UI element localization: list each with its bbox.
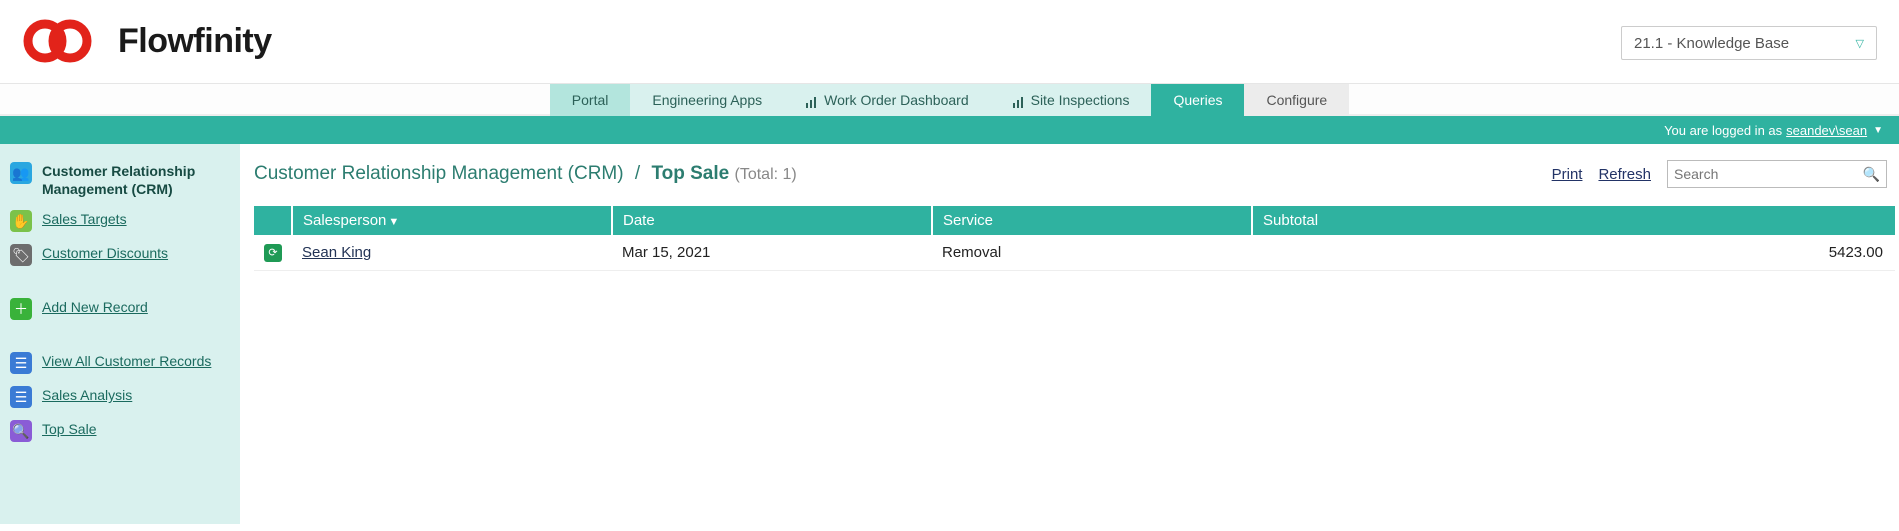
col-date[interactable]: Date <box>612 206 932 235</box>
main-content: Customer Relationship Management (CRM) /… <box>240 144 1899 271</box>
current-user-link[interactable]: seandev\sean <box>1786 123 1867 138</box>
brand-name: Flowfinity <box>118 22 272 61</box>
top-nav: Portal Engineering Apps Work Order Dashb… <box>0 84 1899 116</box>
sidebar-top-sale[interactable]: 🔍 Top Sale <box>10 414 230 448</box>
body: 👥 Customer Relationship Management (CRM)… <box>0 144 1899 524</box>
sidebar-item-crm[interactable]: 👥 Customer Relationship Management (CRM) <box>10 156 230 204</box>
col-subtotal[interactable]: Subtotal <box>1252 206 1895 235</box>
breadcrumb-root: Customer Relationship Management (CRM) <box>254 163 624 184</box>
hand-icon: ✋ <box>10 210 32 232</box>
breadcrumb-separator: / <box>635 163 640 184</box>
kb-select-value: 21.1 - Knowledge Base <box>1634 35 1789 52</box>
search-icon: 🔍 <box>10 420 32 442</box>
col-salesperson[interactable]: Salesperson▼ <box>292 206 612 235</box>
sidebar-item-sales-targets[interactable]: ✋ Sales Targets <box>10 204 230 238</box>
login-prefix: You are logged in as <box>1664 123 1782 138</box>
sidebar-item-label: Customer Relationship Management (CRM) <box>42 162 230 198</box>
app-header: Flowfinity 21.1 - Knowledge Base ▽ <box>0 0 1899 84</box>
logo: Flowfinity <box>22 19 272 64</box>
nav-queries[interactable]: Queries <box>1151 84 1244 116</box>
page-actions: Print Refresh 🔍 <box>1552 160 1887 188</box>
sidebar-item-label: Add New Record <box>42 298 148 316</box>
breadcrumb-total: (Total: 1) <box>735 166 797 183</box>
sidebar-item-label: Sales Targets <box>42 210 127 228</box>
refresh-link[interactable]: Refresh <box>1598 166 1651 183</box>
nav-site-inspections[interactable]: Site Inspections <box>991 84 1152 116</box>
cell-date: Mar 15, 2021 <box>612 235 932 270</box>
record-icon: ⟳ <box>264 244 282 262</box>
users-icon: 👥 <box>10 162 32 184</box>
sidebar-item-label: View All Customer Records <box>42 352 211 370</box>
knowledge-base-select[interactable]: 21.1 - Knowledge Base ▽ <box>1621 26 1877 60</box>
sidebar-view-all-records[interactable]: ☰ View All Customer Records <box>10 346 230 380</box>
sidebar-item-customer-discounts[interactable]: 🏷 Customer Discounts <box>10 238 230 272</box>
nav-engineering-apps[interactable]: Engineering Apps <box>630 84 784 116</box>
cell-service: Removal <box>932 235 1252 270</box>
sidebar-item-label: Sales Analysis <box>42 386 132 404</box>
results-table: Salesperson▼ Date Service Subtotal ⟳ Sea… <box>254 206 1895 271</box>
search-icon: 🔍 <box>1863 166 1880 183</box>
tag-icon: 🏷 <box>10 244 32 266</box>
search-box[interactable]: 🔍 <box>1667 160 1887 188</box>
sidebar: 👥 Customer Relationship Management (CRM)… <box>0 144 240 524</box>
salesperson-link[interactable]: Sean King <box>302 244 371 261</box>
col-status[interactable] <box>254 206 292 235</box>
nav-portal[interactable]: Portal <box>550 84 631 116</box>
breadcrumb-row: Customer Relationship Management (CRM) /… <box>254 160 1895 188</box>
sidebar-sales-analysis[interactable]: ☰ Sales Analysis <box>10 380 230 414</box>
breadcrumb: Customer Relationship Management (CRM) /… <box>254 163 797 185</box>
chevron-down-icon: ▼ <box>1873 125 1883 136</box>
sort-desc-icon: ▼ <box>388 216 399 228</box>
col-service[interactable]: Service <box>932 206 1252 235</box>
print-link[interactable]: Print <box>1552 166 1583 183</box>
sidebar-item-label: Customer Discounts <box>42 244 168 262</box>
sidebar-add-new-record[interactable]: ＋ Add New Record <box>10 292 230 326</box>
plus-icon: ＋ <box>10 298 32 320</box>
nav-work-order-dashboard[interactable]: Work Order Dashboard <box>784 84 990 116</box>
login-status-bar: You are logged in as seandev\sean ▼ <box>0 116 1899 144</box>
search-input[interactable] <box>1674 166 1863 182</box>
bar-chart-icon <box>806 95 818 106</box>
bar-chart-icon <box>1013 95 1025 106</box>
breadcrumb-leaf: Top Sale <box>651 163 729 184</box>
nav-configure[interactable]: Configure <box>1244 84 1349 116</box>
cell-subtotal: 5423.00 <box>1252 235 1895 270</box>
sidebar-item-label: Top Sale <box>42 420 96 438</box>
list-icon: ☰ <box>10 386 32 408</box>
table-row[interactable]: ⟳ Sean King Mar 15, 2021 Removal 5423.00 <box>254 235 1895 270</box>
list-icon: ☰ <box>10 352 32 374</box>
logo-icon <box>22 19 112 64</box>
chevron-down-icon: ▽ <box>1856 37 1864 50</box>
